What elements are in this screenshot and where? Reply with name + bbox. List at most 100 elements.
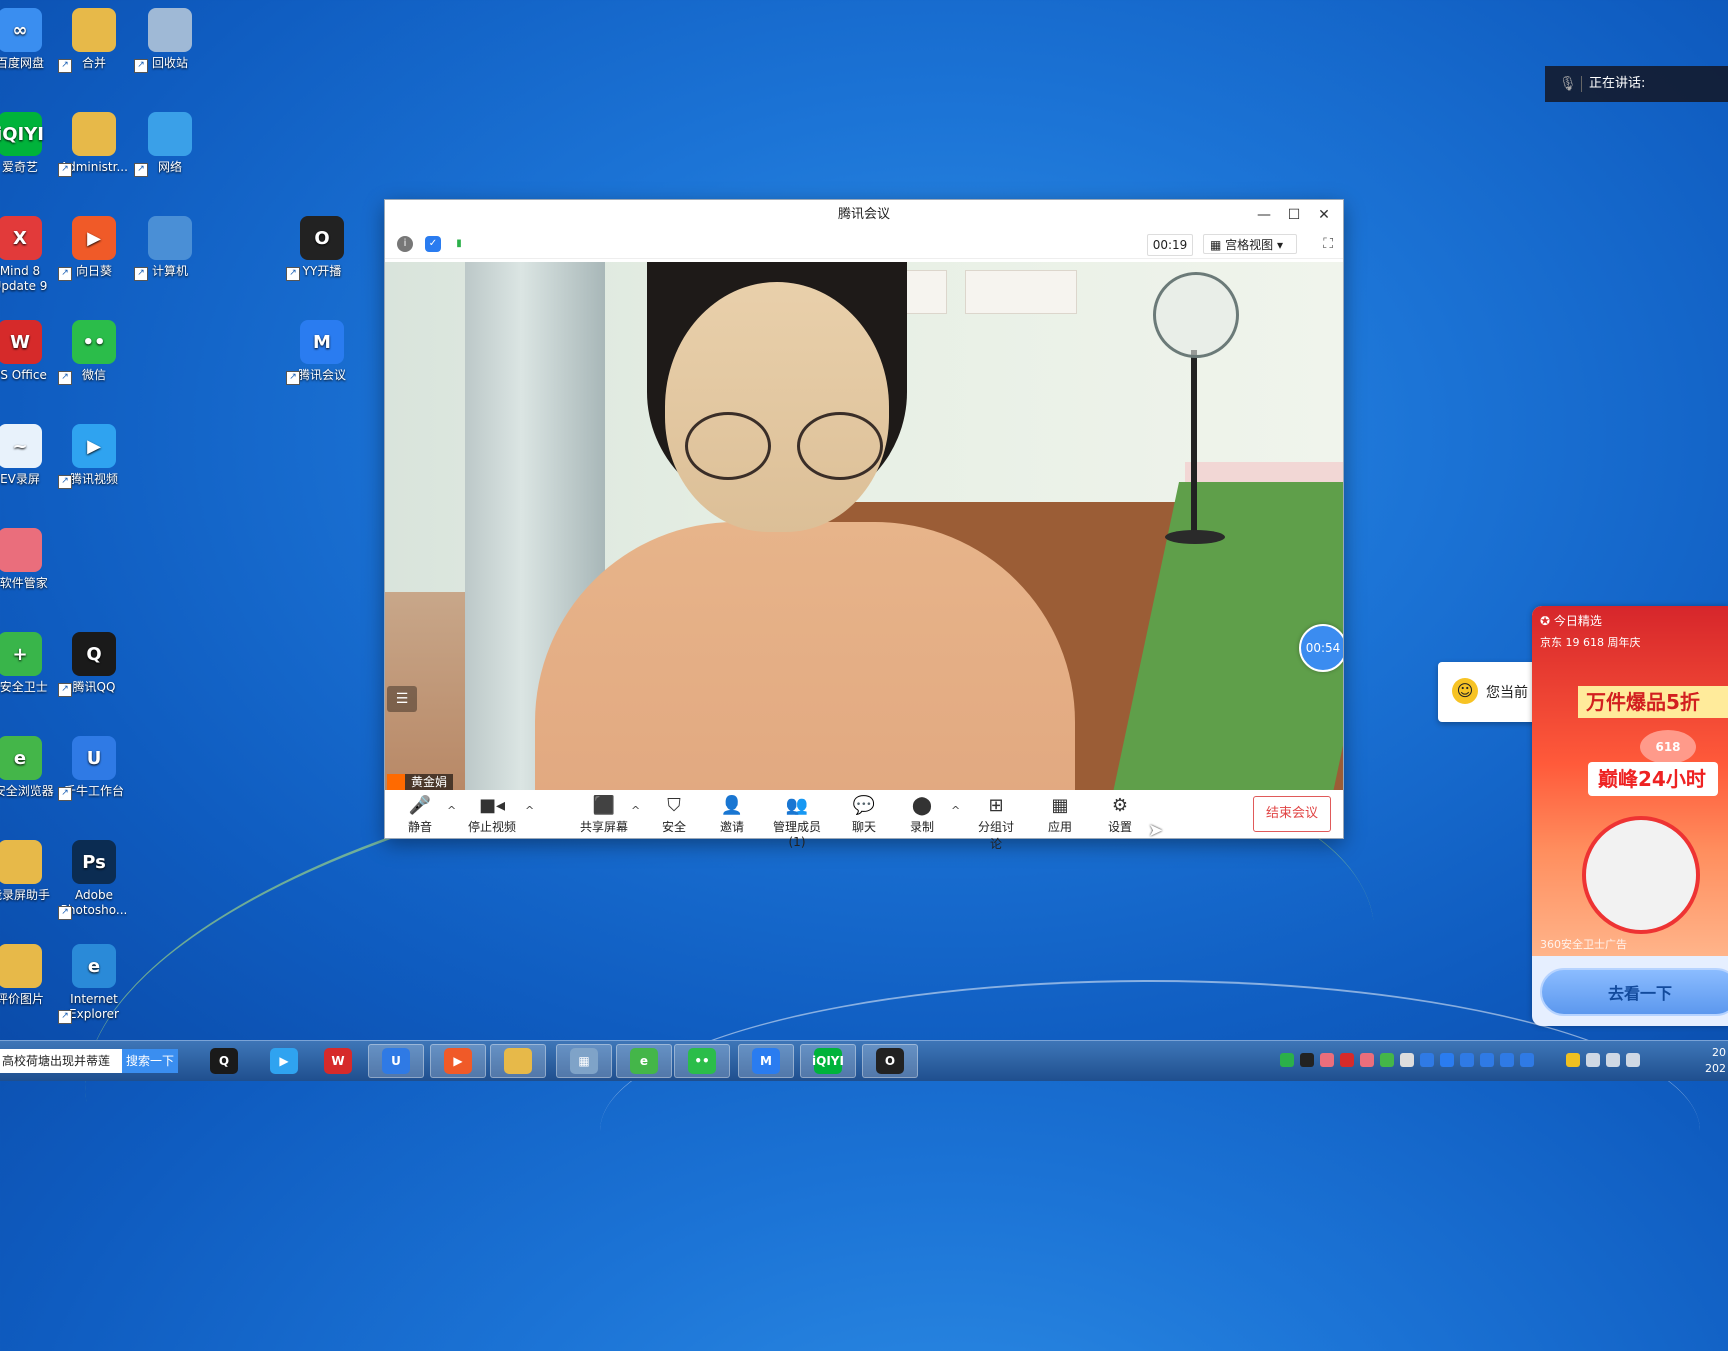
member-list-icon[interactable]: ☰ [387, 686, 417, 712]
desktop-icon[interactable]: e ↗ Internet Explorer [56, 944, 132, 1024]
mute-button[interactable]: 🎤 静音 [405, 794, 435, 835]
tray-icon[interactable] [1320, 1053, 1334, 1067]
signal-icon[interactable]: ▮ [451, 236, 467, 252]
app-icon: Q [72, 632, 116, 676]
taskbar-app-tencent-video[interactable]: ▶ [256, 1044, 312, 1078]
taskbar-clock[interactable]: 20 202 [1705, 1045, 1726, 1077]
tray-icon[interactable] [1300, 1053, 1314, 1067]
apps-button[interactable]: ▦ 应用 [1047, 794, 1073, 835]
smile-icon: ☺ [1452, 678, 1478, 704]
desktop-icon[interactable]: ↗ 计算机 [132, 216, 208, 281]
desktop-icon[interactable]: e↗0安全浏览器 [0, 736, 58, 799]
network-icon[interactable] [1586, 1053, 1600, 1067]
ad-banner-text: 万件爆品5折 [1578, 686, 1728, 718]
desktop-icon[interactable]: X↗Mind 8 Update 9 [0, 216, 58, 294]
end-meeting-button[interactable]: 结束会议 [1253, 796, 1331, 832]
chevron-up-icon[interactable]: ^ [525, 804, 534, 817]
record-button[interactable]: ⬤ 录制 [909, 794, 935, 835]
desktop-icon[interactable]: ▶ ↗ 腾讯视频 [56, 424, 132, 489]
desktop-icon[interactable]: ↗ Administr... [56, 112, 132, 177]
desktop-icon[interactable]: O ↗ YY开播 [284, 216, 360, 281]
maximize-icon[interactable]: ☐ [1283, 200, 1305, 230]
desktop-icon[interactable]: •• ↗ 微信 [56, 320, 132, 385]
desktop-icon-label: 0软件管家 [0, 576, 48, 590]
desktop-icon[interactable]: ↗ 合并 [56, 8, 132, 73]
app-icon: iQIYI [0, 112, 44, 156]
chevron-up-icon[interactable]: ^ [447, 804, 456, 817]
tray-icon[interactable] [1460, 1053, 1474, 1067]
taskbar-app-yy[interactable]: O [862, 1044, 918, 1078]
chevron-up-icon[interactable]: ^ [631, 804, 640, 817]
share-screen-button[interactable]: ⬛ 共享屏幕 [579, 794, 629, 835]
taskbar-app-tencent-meeting[interactable]: M [738, 1044, 794, 1078]
desktop-icon[interactable]: ▶ ↗ 向日葵 [56, 216, 132, 281]
minimize-icon[interactable]: — [1253, 200, 1275, 230]
desktop-icon[interactable]: ↗ 回收站 [132, 8, 208, 73]
taskbar-app-calculator[interactable]: ▦ [556, 1044, 612, 1078]
shortcut-arrow-icon: ↗ [58, 163, 72, 177]
tray-icon[interactable] [1380, 1053, 1394, 1067]
tray-icon[interactable] [1280, 1053, 1294, 1067]
notification-toast[interactable]: ☺ 您当前 [1438, 662, 1538, 722]
tray-icon[interactable] [1566, 1053, 1580, 1067]
invite-button[interactable]: 👤 邀请 [719, 794, 745, 835]
taskbar-search-button[interactable]: 搜索一下 [122, 1049, 178, 1073]
desktop-icon[interactable]: M ↗ 腾讯会议 [284, 320, 360, 385]
shield-icon[interactable]: ✓ [425, 236, 441, 252]
app-icon [0, 840, 42, 884]
chat-button[interactable]: 💬 聊天 [851, 794, 877, 835]
calculator-icon: ▦ [570, 1048, 598, 1074]
desktop-icon[interactable]: ↗0软件管家 [0, 528, 58, 591]
desktop-icon[interactable]: iQIYI↗爱奇艺 [0, 112, 58, 175]
ad-popup[interactable]: ✪ 今日精选 京东 19 618 周年庆 万件爆品5折 618 巅峰24小时 3… [1532, 606, 1728, 1026]
tray-icon[interactable] [1440, 1053, 1454, 1067]
tray-icon[interactable] [1500, 1053, 1514, 1067]
tray-icon[interactable] [1480, 1053, 1494, 1067]
tray-icon[interactable] [1420, 1053, 1434, 1067]
tray-icon[interactable] [1340, 1053, 1354, 1067]
desktop-icon[interactable]: Ps ↗ Adobe Photosho... [56, 840, 132, 920]
desktop-icon[interactable]: U ↗ 千牛工作台 [56, 736, 132, 801]
taskbar-app-360-browser[interactable]: e [616, 1044, 672, 1078]
desktop-icon[interactable]: ↗评价图片 [0, 944, 58, 1007]
shortcut-arrow-icon: ↗ [286, 371, 300, 385]
settings-button[interactable]: ⚙ 设置 [1107, 794, 1133, 835]
fullscreen-icon[interactable]: ⛶ [1323, 236, 1333, 252]
taskbar-app-qianniu[interactable]: U [368, 1044, 424, 1078]
tray-icon[interactable] [1360, 1053, 1374, 1067]
desktop-icon[interactable]: W↗PS Office [0, 320, 58, 383]
taskbar-app-wechat[interactable]: •• [674, 1044, 730, 1078]
view-mode-select[interactable]: ▦ 宫格视图 ▾ [1203, 234, 1297, 254]
desktop-icon[interactable]: ~↗EV录屏 [0, 424, 58, 487]
shortcut-arrow-icon: ↗ [58, 371, 72, 385]
bell-icon[interactable] [1400, 1053, 1414, 1067]
window-titlebar[interactable]: 腾讯会议 — ☐ ✕ [385, 200, 1343, 230]
camera-icon: ■◂ [478, 795, 506, 816]
video-feed[interactable]: ☰ 黄金娟 00:54 [385, 262, 1343, 790]
taskbar-search-input[interactable]: 高校荷塘出现并蒂莲 [0, 1049, 122, 1073]
desktop-icon[interactable]: ↗能录屏助手 [0, 840, 58, 903]
taskbar-app-sunlogin[interactable]: ▶ [430, 1044, 486, 1078]
manage-members-button[interactable]: 👥 管理成员(1) [767, 794, 827, 849]
taskbar-app-qq[interactable]: Q [196, 1044, 252, 1078]
tray-icon[interactable] [1520, 1053, 1534, 1067]
chevron-up-icon[interactable]: ^ [951, 804, 960, 817]
desktop-icon[interactable]: +↗0安全卫士 [0, 632, 58, 695]
app-icon: + [0, 632, 42, 676]
settings-label: 设置 [1107, 820, 1132, 834]
tray-icon[interactable] [1626, 1053, 1640, 1067]
desktop-icon[interactable]: Q ↗ 腾讯QQ [56, 632, 132, 697]
desktop-icon[interactable]: ∞↗百度网盘 [0, 8, 58, 71]
info-icon[interactable]: i [397, 236, 413, 252]
taskbar-app-iqiyi[interactable]: iQIYI [800, 1044, 856, 1078]
ad-go-button[interactable]: 去看一下 [1540, 968, 1728, 1016]
breakout-button[interactable]: ⊞ 分组讨论 [973, 794, 1019, 852]
speaking-duration-bubble[interactable]: 00:54 [1299, 624, 1343, 672]
security-button[interactable]: ⛉ 安全 [661, 794, 687, 835]
taskbar-app-explorer[interactable] [490, 1044, 546, 1078]
stop-video-button[interactable]: ■◂ 停止视频 [467, 794, 517, 835]
close-icon[interactable]: ✕ [1313, 200, 1335, 230]
desktop-icon[interactable]: ↗ 网络 [132, 112, 208, 177]
volume-icon[interactable] [1606, 1053, 1620, 1067]
taskbar-app-wps[interactable]: W [310, 1044, 366, 1078]
